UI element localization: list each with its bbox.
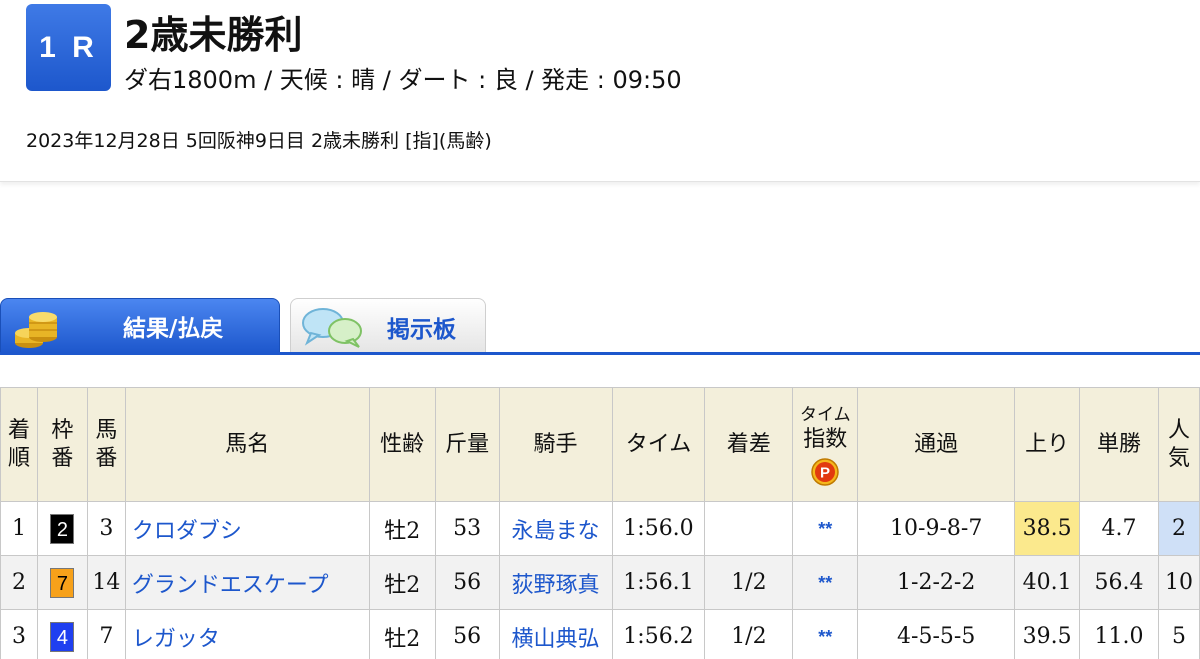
cell-passing: 1-2-2-2 [857, 555, 1016, 610]
premium-p-icon: P [811, 457, 840, 486]
cell-horse-name: グランドエスケープ [124, 555, 370, 610]
waku-badge: 7 [50, 567, 75, 598]
cell-passing: 10-9-8-7 [857, 501, 1016, 556]
result-tabs: 結果/払戻 掲示板 [0, 296, 1200, 356]
cell-time: 1:56.2 [611, 609, 706, 659]
svg-text:P: P [820, 464, 830, 481]
cell-win-odds: 56.4 [1079, 555, 1159, 610]
header-popularity: 人気 [1157, 387, 1200, 502]
cell-jockey: 横山典弘 [498, 609, 613, 659]
race-date-line: 2023年12月28日 5回阪神9日目 2歳未勝利 [指](馬齢) [26, 130, 492, 152]
waku-badge: 4 [50, 621, 75, 652]
table-row: 1 2 3 クロダブシ 牡2 53 永島まな 1:56.0 ** 10-9-8-… [0, 501, 1200, 556]
cell-horse-name: クロダブシ [124, 501, 370, 556]
cell-rank: 1 [0, 501, 38, 556]
cell-popularity: 5 [1157, 609, 1200, 659]
tab-underline [0, 352, 1200, 355]
cell-umaban: 7 [86, 609, 126, 659]
cell-margin: 1/2 [704, 609, 794, 659]
header-rank: 着順 [0, 387, 38, 502]
table-row: 3 4 7 レガッタ 牡2 56 横山典弘 1:56.2 1/2 ** 4-5-… [0, 609, 1200, 659]
cell-last3f: 39.5 [1014, 609, 1081, 659]
cell-margin: 1/2 [704, 555, 794, 610]
tab-results-label: 結果/払戻 [123, 316, 224, 342]
cell-rank: 3 [0, 609, 38, 659]
cell-sex-age: 牡2 [368, 501, 436, 556]
cell-jockey: 永島まな [498, 501, 613, 556]
jockey-link[interactable]: 横山典弘 [512, 627, 600, 652]
table-header-row: 着順 枠番 馬番 馬名 性齢 斤量 騎手 タイム 着差 タイム 指数 P 通過 … [0, 387, 1200, 502]
header-waku: 枠番 [36, 387, 88, 502]
header-win-odds: 単勝 [1079, 387, 1159, 502]
cell-time-index: ** [792, 501, 859, 556]
header-last3f: 上り [1014, 387, 1081, 502]
race-header-card: 1 R 2歳未勝利 ダ右1800m / 天候 : 晴 / ダート : 良 / 発… [0, 0, 1200, 182]
tab-message-board[interactable]: 掲示板 [290, 298, 486, 354]
cell-time-index: ** [792, 609, 859, 659]
cell-sex-age: 牡2 [368, 555, 436, 610]
time-index-link[interactable]: ** [818, 519, 832, 539]
header-passing: 通過 [857, 387, 1016, 502]
cell-last3f: 40.1 [1014, 555, 1081, 610]
cell-weight: 53 [434, 501, 500, 556]
header-weight: 斤量 [434, 387, 500, 502]
header-time-index: タイム 指数 P [792, 387, 859, 502]
jockey-link[interactable]: 荻野琢真 [512, 573, 600, 598]
header-time: タイム [611, 387, 706, 502]
speech-bubbles-icon [302, 308, 362, 348]
cell-time: 1:56.0 [611, 501, 706, 556]
cell-popularity: 10 [1157, 555, 1200, 610]
cell-waku: 4 [36, 609, 88, 659]
time-index-link[interactable]: ** [818, 573, 832, 593]
race-number-badge: 1 R [26, 4, 111, 91]
race-title: 2歳未勝利 [124, 13, 303, 57]
cell-time: 1:56.1 [611, 555, 706, 610]
cell-weight: 56 [434, 609, 500, 659]
header-umaban: 馬番 [86, 387, 126, 502]
cell-passing: 4-5-5-5 [857, 609, 1016, 659]
tab-results-payout[interactable]: 結果/払戻 [0, 298, 280, 354]
gold-coins-icon [15, 312, 57, 348]
horse-name-link[interactable]: クロダブシ [132, 519, 242, 544]
cell-sex-age: 牡2 [368, 609, 436, 659]
cell-jockey: 荻野琢真 [498, 555, 613, 610]
cell-margin [704, 501, 794, 556]
cell-waku: 7 [36, 555, 88, 610]
cell-umaban: 14 [86, 555, 126, 610]
cell-horse-name: レガッタ [124, 609, 370, 659]
cell-last3f: 38.5 [1014, 501, 1081, 556]
cell-win-odds: 11.0 [1079, 609, 1159, 659]
header-horse-name: 馬名 [124, 387, 370, 502]
cell-rank: 2 [0, 555, 38, 610]
cell-umaban: 3 [86, 501, 126, 556]
header-sex-age: 性齢 [368, 387, 436, 502]
race-results-table: 着順 枠番 馬番 馬名 性齢 斤量 騎手 タイム 着差 タイム 指数 P 通過 … [0, 387, 1200, 659]
cell-win-odds: 4.7 [1079, 501, 1159, 556]
header-margin: 着差 [704, 387, 794, 502]
time-index-link[interactable]: ** [818, 627, 832, 647]
cell-time-index: ** [792, 555, 859, 610]
horse-name-link[interactable]: レガッタ [132, 627, 220, 652]
race-conditions: ダ右1800m / 天候 : 晴 / ダート : 良 / 発走 : 09:50 [124, 66, 682, 94]
horse-name-link[interactable]: グランドエスケープ [132, 573, 329, 598]
tab-board-label: 掲示板 [387, 316, 456, 343]
cell-weight: 56 [434, 555, 500, 610]
waku-badge: 2 [50, 513, 75, 544]
table-row: 2 7 14 グランドエスケープ 牡2 56 荻野琢真 1:56.1 1/2 *… [0, 555, 1200, 610]
header-jockey: 騎手 [498, 387, 613, 502]
jockey-link[interactable]: 永島まな [512, 519, 600, 544]
cell-popularity: 2 [1157, 501, 1200, 556]
cell-waku: 2 [36, 501, 88, 556]
